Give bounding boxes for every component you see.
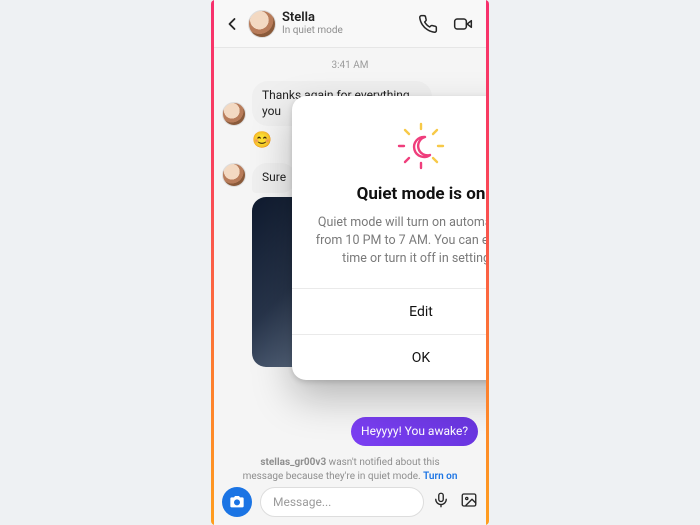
edit-button[interactable]: Edit [292, 288, 486, 334]
notice-username: stellas_gr00v3 [260, 457, 326, 468]
audio-call-icon[interactable] [418, 14, 438, 34]
modal-title: Quiet mode is on [312, 184, 486, 204]
message-bubble[interactable]: Heyyyy! You awake? [351, 417, 478, 447]
back-icon[interactable] [222, 14, 242, 34]
modal-body-text: Quiet mode will turn on automatically fr… [312, 214, 486, 268]
contact-status: In quiet mode [282, 25, 412, 36]
outgoing-message-row: Heyyyy! You awake? [222, 417, 478, 447]
message-bubble[interactable]: Sure [252, 163, 296, 193]
quiet-mode-icon [397, 122, 445, 170]
image-icon[interactable] [460, 491, 478, 513]
message-input-placeholder: Message... [273, 495, 331, 509]
contact-name: Stella [282, 11, 412, 25]
ok-button[interactable]: OK [292, 334, 486, 380]
avatar [222, 102, 246, 126]
dm-screen: Stella In quiet mode 3:41 AM Thanks agai… [214, 0, 486, 525]
timestamp: 3:41 AM [222, 60, 478, 71]
message-input[interactable]: Message... [260, 487, 424, 517]
dm-header: Stella In quiet mode [214, 0, 486, 48]
avatar [222, 163, 246, 187]
quiet-mode-notice: stellas_gr00v3 wasn't notified about thi… [222, 456, 478, 481]
camera-button[interactable] [222, 487, 252, 517]
video-call-icon[interactable] [452, 14, 474, 34]
message-composer: Message... [214, 481, 486, 525]
mic-icon[interactable] [432, 491, 450, 513]
avatar[interactable] [248, 10, 276, 38]
contact-name-block[interactable]: Stella In quiet mode [282, 11, 412, 36]
phone-frame: Stella In quiet mode 3:41 AM Thanks agai… [211, 0, 489, 525]
quiet-mode-modal: Quiet mode is on Quiet mode will turn on… [292, 96, 486, 380]
